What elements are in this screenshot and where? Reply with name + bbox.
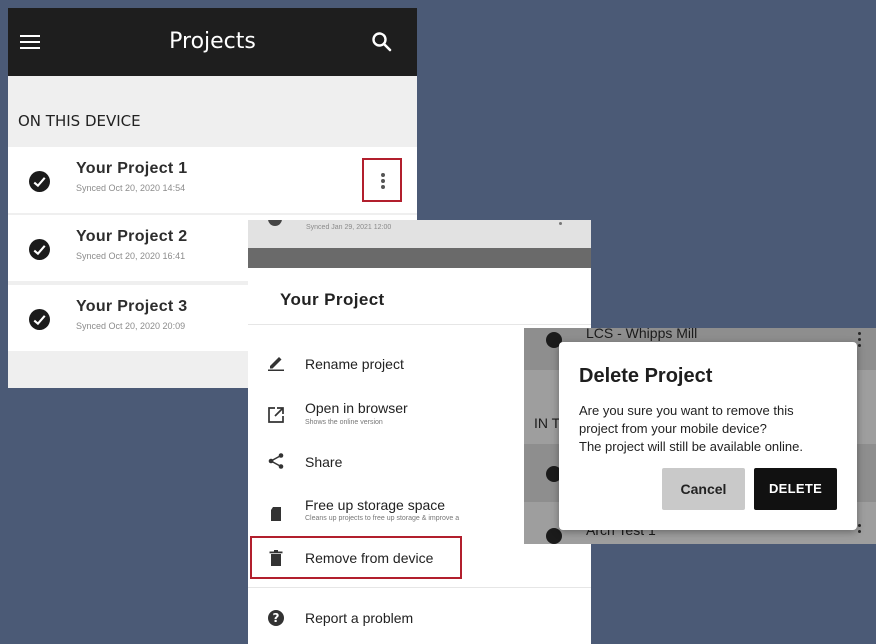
delete-dialog-screen: LCS - Whipps Mill IN T Arch Test 1 Delet… xyxy=(524,328,876,544)
app-bar: Projects xyxy=(8,8,417,76)
overlay-scrim xyxy=(248,248,591,268)
delete-button[interactable]: DELETE xyxy=(754,468,837,510)
search-icon[interactable] xyxy=(370,30,394,54)
menu-item-subtitle: Shows the online version xyxy=(305,419,383,426)
dialog-title: Delete Project xyxy=(579,365,713,387)
dialog-message-line: Are you sure you want to remove this xyxy=(579,403,794,418)
more-options-button[interactable] xyxy=(362,158,402,202)
svg-text:?: ? xyxy=(273,611,280,625)
background-project-row: Synced Jan 29, 2021 12:00 xyxy=(248,220,591,248)
project-sync-time: Synced Oct 20, 2020 16:41 xyxy=(76,251,186,261)
section-header: ON THIS DEVICE xyxy=(18,112,141,130)
project-sync-time: Synced Oct 20, 2020 14:54 xyxy=(76,183,186,193)
highlight-box xyxy=(250,536,462,579)
synced-check-icon xyxy=(29,239,50,260)
menu-item-label: Rename project xyxy=(305,356,404,372)
menu-item-label: Report a problem xyxy=(305,610,414,626)
background-project-name: LCS - Whipps Mill xyxy=(586,328,698,341)
divider xyxy=(248,587,591,588)
background-section-header: IN T xyxy=(534,415,561,431)
project-sync-time: Synced Jan 29, 2021 12:00 xyxy=(306,224,392,231)
divider xyxy=(248,324,591,325)
menu-item-label: Free up storage space xyxy=(305,497,446,513)
project-name: Your Project 3 xyxy=(76,298,188,315)
help-icon: ? xyxy=(268,610,284,626)
project-name: Your Project 2 xyxy=(76,228,188,245)
project-name: Your Project 1 xyxy=(76,160,188,177)
dialog-message: Are you sure you want to remove this pro… xyxy=(579,402,849,456)
page-title: Projects xyxy=(169,29,256,54)
cancel-button[interactable]: Cancel xyxy=(662,468,745,510)
dialog-message-line: The project will still be available onli… xyxy=(579,439,804,454)
synced-check-icon xyxy=(268,220,282,226)
project-sync-time: Synced Oct 20, 2020 20:09 xyxy=(76,321,186,331)
dialog-message-line: project from your mobile device? xyxy=(579,421,767,436)
synced-check-icon xyxy=(29,309,50,330)
menu-item-report[interactable]: ? Report a problem xyxy=(248,598,591,638)
synced-check-icon xyxy=(29,171,50,192)
cloud-icon xyxy=(546,528,562,544)
menu-item-label: Open in browser xyxy=(305,400,408,416)
sd-card-icon xyxy=(271,507,281,521)
menu-item-label: Share xyxy=(305,454,343,470)
menu-item-subtitle: Cleans up projects to free up storage & … xyxy=(305,515,460,522)
share-icon xyxy=(268,453,284,469)
sheet-title: Your Project xyxy=(280,290,385,309)
delete-project-dialog: Delete Project Are you sure you want to … xyxy=(559,342,857,530)
external-link-icon xyxy=(268,407,284,423)
pencil-icon xyxy=(268,357,284,371)
project-row[interactable]: Your Project 1 Synced Oct 20, 2020 14:54 xyxy=(8,147,417,213)
